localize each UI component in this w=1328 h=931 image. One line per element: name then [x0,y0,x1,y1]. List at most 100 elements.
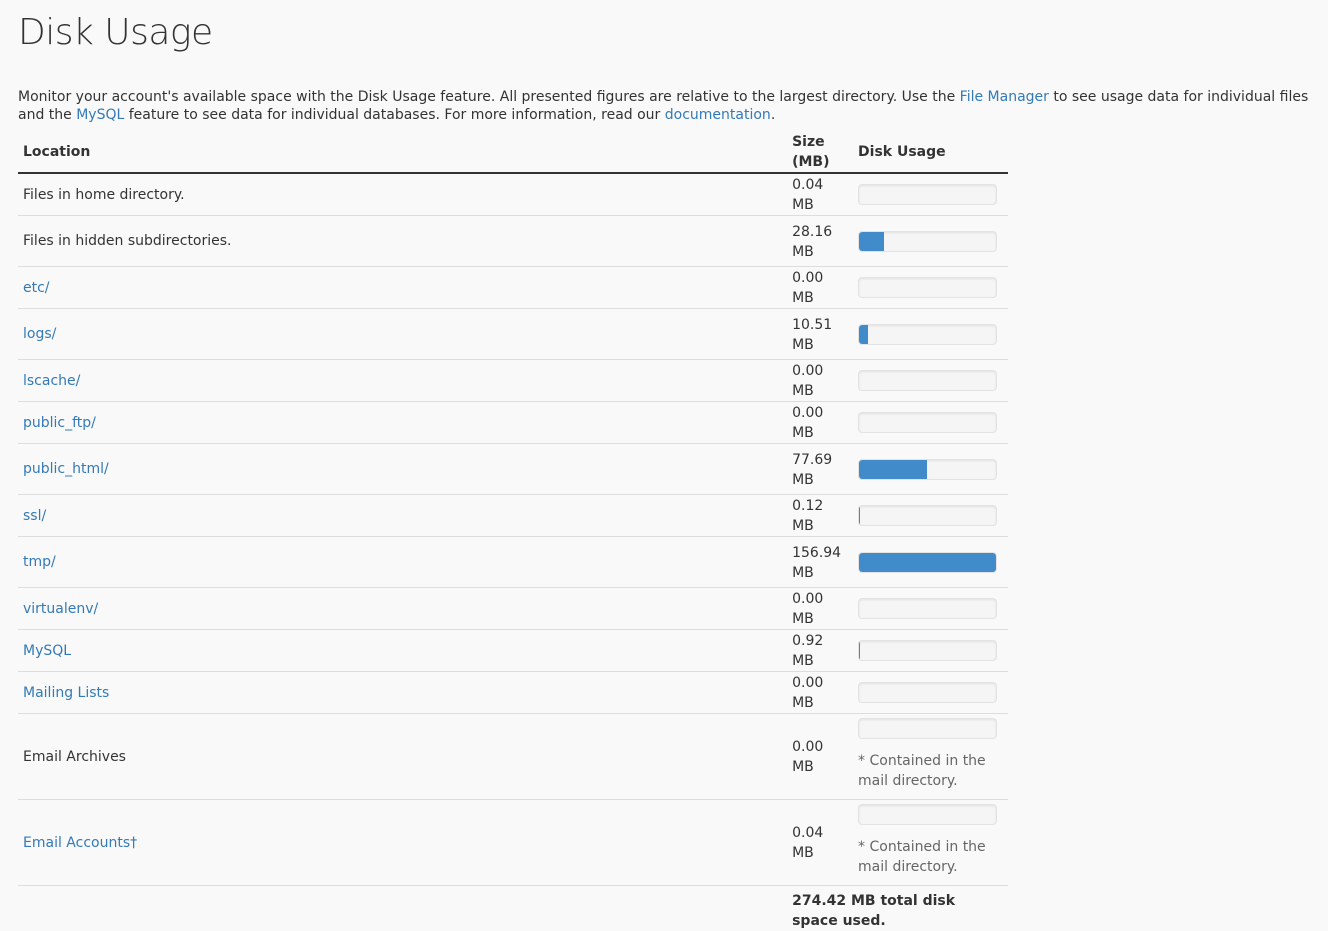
usage-cell [853,444,1008,495]
usage-cell [853,360,1008,402]
usage-bar-fill [859,641,860,660]
intro-text: Monitor your account's available space w… [18,88,1318,124]
size-cell: 0.04 MB [787,173,853,216]
location-cell: Mailing Lists [18,672,787,714]
location-link[interactable]: MySQL [23,643,71,659]
location-link[interactable]: lscache/ [23,373,80,389]
usage-cell [853,267,1008,309]
usage-bar [858,640,997,661]
location-label: Email Archives [23,749,126,765]
table-row: logs/10.51 MB [18,309,1008,360]
mail-directory-note: * Contained in the mail directory. [858,751,1003,791]
usage-bar [858,552,997,573]
usage-cell [853,309,1008,360]
usage-cell: * Contained in the mail directory. [853,800,1008,886]
usage-bar [858,682,997,703]
size-cell: 0.00 MB [787,402,853,444]
location-cell: Email Archives [18,714,787,800]
disk-usage-header: Disk Usage [853,131,1008,173]
usage-bar-fill [859,232,884,251]
location-cell: ssl/ [18,495,787,537]
usage-bar [858,277,997,298]
location-link[interactable]: Mailing Lists [23,685,109,701]
location-cell: MySQL [18,630,787,672]
size-cell: 0.12 MB [787,495,853,537]
size-cell: 0.00 MB [787,714,853,800]
location-cell: Files in home directory. [18,173,787,216]
size-cell: 0.00 MB [787,267,853,309]
usage-bar [858,459,997,480]
usage-cell [853,402,1008,444]
usage-bar [858,324,997,345]
table-row: Email Archives 0.00 MB* Contained in the … [18,714,1008,800]
location-link[interactable]: Email Accounts† [23,835,137,851]
table-row: MySQL 0.92 MB [18,630,1008,672]
location-label: Files in hidden subdirectories. [23,233,232,249]
usage-bar [858,184,997,205]
location-cell: Files in hidden subdirectories. [18,216,787,267]
location-cell: virtualenv/ [18,588,787,630]
table-row: virtualenv/0.00 MB [18,588,1008,630]
location-link[interactable]: public_html/ [23,461,109,477]
table-row: Email Accounts† 0.04 MB* Contained in the… [18,800,1008,886]
location-header: Location [18,131,787,173]
table-row: public_ftp/0.00 MB [18,402,1008,444]
size-cell: 0.04 MB [787,800,853,886]
table-row: Mailing Lists 0.00 MB [18,672,1008,714]
mail-directory-note: * Contained in the mail directory. [858,837,1003,877]
table-body: Files in home directory.0.04 MBFiles in … [18,173,1008,886]
table-row: Files in home directory. 0.04 MB [18,173,1008,216]
location-cell: tmp/ [18,537,787,588]
table-row: public_html/77.69 MB [18,444,1008,495]
page-title: Disk Usage [18,0,1310,72]
location-link[interactable]: virtualenv/ [23,601,98,617]
location-link[interactable]: tmp/ [23,554,56,570]
location-link[interactable]: ssl/ [23,508,46,524]
table-row: tmp/156.94 MB [18,537,1008,588]
usage-cell [853,630,1008,672]
usage-bar [858,370,997,391]
location-link[interactable]: etc/ [23,280,50,296]
location-link[interactable]: logs/ [23,326,56,342]
size-cell: 156.94 MB [787,537,853,588]
size-cell: 77.69 MB [787,444,853,495]
size-cell: 28.16 MB [787,216,853,267]
location-cell: lscache/ [18,360,787,402]
usage-cell [853,588,1008,630]
page: Disk Usage Monitor your account's availa… [0,0,1328,931]
usage-cell [853,537,1008,588]
intro-text-4: . [771,107,775,123]
location-link[interactable]: public_ftp/ [23,415,96,431]
size-cell: 0.00 MB [787,588,853,630]
usage-cell [853,173,1008,216]
file-manager-link[interactable]: File Manager [960,89,1049,105]
size-cell: 0.00 MB [787,360,853,402]
usage-cell [853,216,1008,267]
usage-bar-fill [859,553,996,572]
location-label: Files in home directory. [23,187,185,203]
documentation-link[interactable]: documentation [665,107,771,123]
usage-bar [858,505,997,526]
usage-bar [858,804,997,825]
location-cell: etc/ [18,267,787,309]
usage-bar-fill [859,325,868,344]
size-cell: 0.92 MB [787,630,853,672]
location-cell: Email Accounts† [18,800,787,886]
table-header-row: Location Size (MB) Disk Usage [18,131,1008,173]
size-header: Size (MB) [787,131,853,173]
usage-bar-fill [859,460,927,479]
mysql-link[interactable]: MySQL [76,107,124,123]
location-cell: public_ftp/ [18,402,787,444]
intro-text-1: Monitor your account's available space w… [18,89,960,105]
table-row: ssl/0.12 MB [18,495,1008,537]
disk-usage-table: Location Size (MB) Disk Usage Files in h… [18,131,1008,931]
total-row: 274.42 MB total disk space used. [18,886,1008,931]
table-row: etc/0.00 MB [18,267,1008,309]
table-row: Files in hidden subdirectories. 28.16 MB [18,216,1008,267]
size-cell: 0.00 MB [787,672,853,714]
usage-bar [858,718,997,739]
table-row: lscache/0.00 MB [18,360,1008,402]
usage-bar [858,598,997,619]
intro-text-3: feature to see data for individual datab… [124,107,664,123]
usage-cell [853,672,1008,714]
